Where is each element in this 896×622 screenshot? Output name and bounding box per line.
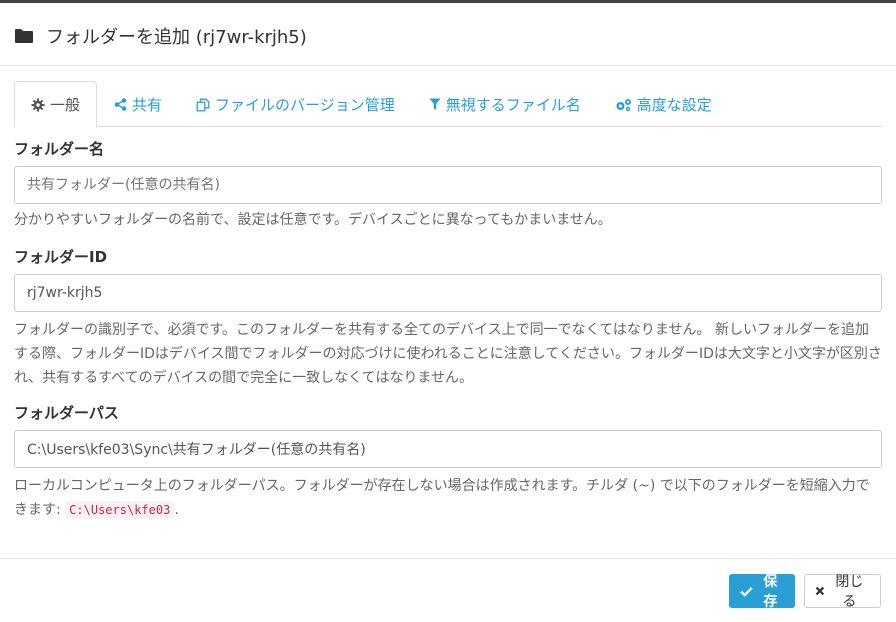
folder-id-heading: フォルダーID bbox=[14, 248, 108, 266]
tab-file-versioning-label: ファイルのバージョン管理 bbox=[215, 96, 395, 114]
save-button-label: 保存 bbox=[763, 574, 778, 610]
gears-icon bbox=[616, 98, 631, 111]
folder-label-help: 分かりやすいフォルダーの名前で、設定は任意です。デバイスごとに異なってもかまいま… bbox=[14, 212, 612, 228]
tab-sharing[interactable]: 共有 bbox=[97, 81, 179, 127]
folder-label-input[interactable] bbox=[14, 166, 882, 204]
folder-path-help: ローカルコンピュータ上のフォルダーパス。フォルダーが存在しない場合は作成されます… bbox=[14, 474, 882, 522]
gear-icon bbox=[31, 98, 45, 111]
tab-general[interactable]: 一般 bbox=[14, 81, 98, 128]
folder-id-input[interactable] bbox=[14, 274, 882, 312]
tab-bar: 一般 共有 ファイルのバージョン管理 無視するファイル名 高度な設定 bbox=[14, 81, 882, 128]
folder-path-heading: フォルダーパス bbox=[14, 404, 119, 422]
folder-icon bbox=[14, 28, 34, 44]
share-icon bbox=[114, 98, 127, 111]
tab-ignore-patterns-label: 無視するファイル名 bbox=[445, 96, 581, 114]
folder-label-heading: フォルダー名 bbox=[14, 140, 105, 158]
filter-icon bbox=[429, 98, 441, 110]
close-button[interactable]: 閉じる bbox=[804, 574, 881, 610]
tab-file-versioning[interactable]: ファイルのバージョン管理 bbox=[179, 81, 412, 127]
tab-advanced-label: 高度な設定 bbox=[636, 96, 712, 114]
tab-sharing-label: 共有 bbox=[132, 96, 163, 114]
general-form: フォルダー名 分かりやすいフォルダーの名前で、設定は任意です。デバイスごとに異な… bbox=[14, 127, 882, 522]
tab-general-label: 一般 bbox=[50, 96, 81, 114]
dialog-title: フォルダーを追加 (rj7wr-krjh5) bbox=[46, 26, 307, 48]
close-icon bbox=[815, 586, 825, 596]
folder-path-input[interactable] bbox=[14, 430, 882, 468]
home-path-code: C:\Users\kfe03 bbox=[65, 501, 175, 519]
dialog-footer: 保存 閉じる bbox=[0, 558, 896, 622]
tab-ignore-patterns[interactable]: 無視するファイル名 bbox=[412, 81, 598, 127]
copy-icon bbox=[196, 98, 210, 111]
check-icon bbox=[740, 586, 753, 597]
folder-id-help: フォルダーの識別子で、必須です。このフォルダーを共有する全てのデバイス上で同一で… bbox=[14, 322, 882, 386]
close-button-label: 閉じる bbox=[835, 574, 864, 610]
folder-path-help-suffix: . bbox=[174, 502, 179, 518]
tab-advanced[interactable]: 高度な設定 bbox=[598, 81, 729, 127]
save-button[interactable]: 保存 bbox=[729, 574, 795, 610]
add-folder-dialog: フォルダーを追加 (rj7wr-krjh5) 一般 共有 ファイルのバージョン管… bbox=[0, 0, 896, 619]
dialog-header: フォルダーを追加 (rj7wr-krjh5) bbox=[0, 6, 896, 66]
